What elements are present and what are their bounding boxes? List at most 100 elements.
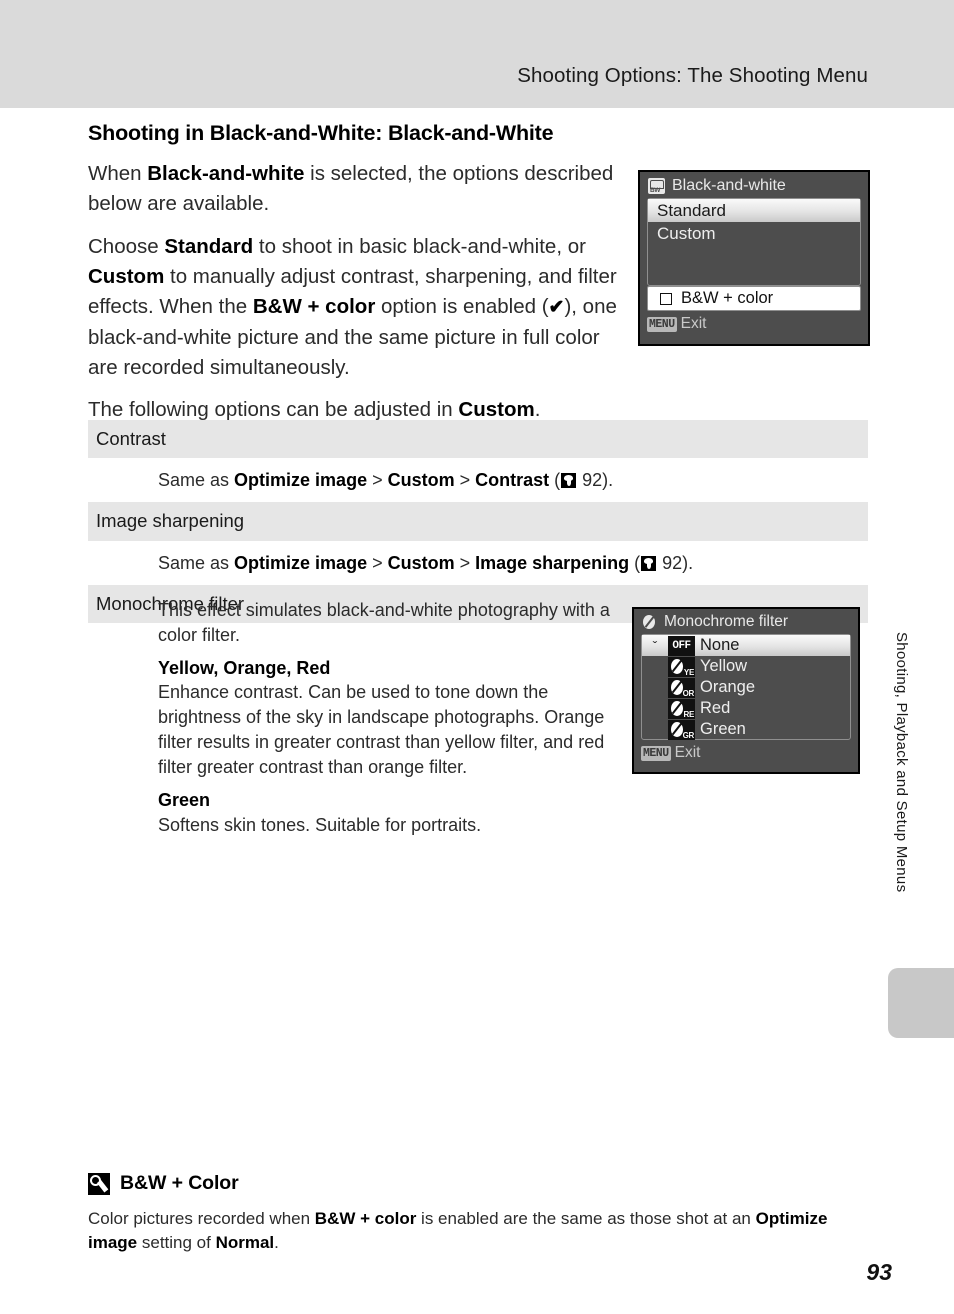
menu-button-icon: MENU: [641, 745, 671, 761]
mono-intro-text: This effect simulates black-and-white ph…: [158, 600, 610, 645]
filter-badge-off-icon: OFF: [668, 635, 695, 656]
para2-term-bw-color: B&W + color: [252, 295, 376, 319]
lcd-screenshot-monochrome-filter: Monochrome filter ˇ OFF None YE Yellow O…: [632, 607, 860, 774]
lcd-checkbox-label: B&W + color: [681, 289, 774, 307]
mono-subhead-yellow-orange-red: Yellow, Orange, Red: [158, 657, 331, 678]
intro-paragraph-2: Choose Standard to shoot in basic black-…: [88, 232, 618, 384]
lcd-footer-label: Exit: [674, 744, 701, 761]
note-text-e: setting of: [137, 1233, 216, 1253]
sharpening-text-a: Same as: [158, 552, 235, 573]
contrast-sep-2: >: [454, 470, 476, 491]
options-table: Contrast Same as Optimize image > Custom…: [88, 420, 868, 624]
monochrome-filter-icon: [642, 614, 657, 631]
table-row-heading-contrast: Contrast: [88, 420, 868, 459]
lcd-option-label: Standard: [657, 200, 726, 220]
para1-text-a: When: [88, 161, 148, 185]
sharpening-page-ref: 92).: [657, 552, 694, 573]
black-and-white-mode-icon: [648, 178, 665, 194]
lcd-title: Monochrome filter: [664, 613, 789, 630]
page-header-band: [0, 0, 954, 108]
note-pencil-icon: [88, 1172, 110, 1195]
sharpening-term-image-sharpening: Image sharpening: [475, 552, 630, 573]
page-number: 93: [866, 1259, 892, 1285]
lcd-option-green[interactable]: GR Green: [642, 719, 850, 740]
lcd-option-label: None: [700, 636, 740, 654]
lcd-option-orange[interactable]: OR Orange: [642, 677, 850, 698]
lcd-header: Black-and-white: [640, 172, 868, 198]
page-reference-icon: [641, 555, 657, 571]
para2-text-g: option is enabled (: [375, 295, 549, 319]
note-body: Color pictures recorded when B&W + color…: [88, 1207, 868, 1255]
chevron-down-icon: ˇ: [652, 637, 658, 654]
side-tab-label: Shooting, Playback and Setup Menus: [893, 632, 910, 893]
lcd-option-label: Yellow: [700, 657, 748, 675]
lcd-option-label: Green: [700, 720, 746, 738]
lcd-option-none[interactable]: ˇ OFF None: [642, 635, 850, 656]
page-title: Shooting in Black-and-White: Black-and-W…: [88, 121, 554, 145]
lcd-option-red[interactable]: RE Red: [642, 698, 850, 719]
para2-text-c: to shoot in basic black-and-white, or: [253, 234, 586, 258]
para3-text-c: .: [534, 398, 541, 422]
page-reference-icon: [561, 473, 577, 489]
para2-text-a: Choose: [88, 234, 165, 258]
note-text-a: Color pictures recorded when: [88, 1209, 315, 1228]
note-term-bw-color: B&W + color: [314, 1209, 417, 1228]
lcd-footer: MENU Exit: [640, 311, 868, 333]
checkmark-icon: ✔: [548, 297, 565, 319]
table-row-body-contrast: Same as Optimize image > Custom > Contra…: [88, 458, 868, 502]
mono-text-green: Softens skin tones. Suitable for portrai…: [158, 814, 482, 835]
mono-text-yellow-orange-red: Enhance contrast. Can be used to tone do…: [158, 682, 605, 777]
sharpening-term-optimize-image: Optimize image: [234, 552, 368, 573]
contrast-term-optimize-image: Optimize image: [234, 470, 368, 491]
footer-note: B&W + Color Color pictures recorded when…: [88, 1172, 868, 1255]
lcd-footer: MENU Exit: [634, 740, 858, 762]
contrast-page-ref: 92).: [577, 470, 614, 491]
filter-badge-code: YE: [683, 667, 694, 677]
filter-badge-green-icon: GR: [668, 719, 695, 740]
checkbox-icon[interactable]: [660, 292, 672, 305]
table-row-body-image-sharpening: Same as Optimize image > Custom > Image …: [88, 541, 868, 585]
filter-badge-yellow-icon: YE: [668, 656, 695, 677]
para1-term-black-and-white: Black-and-white: [147, 161, 305, 185]
contrast-term-contrast: Contrast: [475, 470, 550, 491]
lcd-checkbox-row-bw-color[interactable]: B&W + color: [647, 286, 861, 311]
para2-term-custom: Custom: [88, 264, 165, 288]
lcd-option-standard[interactable]: Standard: [648, 199, 860, 222]
filter-badge-code: OR: [682, 688, 695, 698]
sharpening-paren-open: (: [629, 552, 641, 573]
lcd-option-label: Red: [700, 699, 731, 717]
filter-badge-red-icon: RE: [668, 698, 695, 719]
intro-paragraph-1: When Black-and-white is selected, the op…: [88, 159, 618, 220]
lcd-option-yellow[interactable]: YE Yellow: [642, 656, 850, 677]
para3-term-custom: Custom: [458, 398, 535, 422]
contrast-sep-1: >: [367, 470, 388, 491]
lcd-screenshot-black-and-white: Black-and-white Standard Custom B&W + co…: [638, 170, 870, 346]
para2-term-standard: Standard: [164, 234, 254, 258]
lcd-footer-label: Exit: [680, 315, 707, 332]
mono-subhead-green: Green: [158, 789, 211, 810]
side-tab-marker: [888, 968, 954, 1038]
lcd-header: Monochrome filter: [634, 609, 858, 634]
note-title: B&W + Color: [120, 1172, 239, 1194]
sharpening-sep-2: >: [454, 552, 476, 573]
contrast-term-custom: Custom: [387, 470, 455, 491]
table-row-heading-image-sharpening: Image sharpening: [88, 502, 868, 541]
contrast-paren-open: (: [549, 470, 561, 491]
lcd-option-label: Orange: [700, 678, 756, 696]
lcd-title: Black-and-white: [672, 177, 786, 194]
lcd-option-panel: Standard Custom: [647, 198, 861, 286]
filter-badge-code: GR: [682, 730, 695, 740]
sharpening-sep-1: >: [367, 552, 388, 573]
filter-badge-orange-icon: OR: [668, 677, 695, 698]
sharpening-term-custom: Custom: [387, 552, 455, 573]
lcd-option-custom[interactable]: Custom: [648, 222, 860, 245]
note-term-normal: Normal: [215, 1233, 275, 1253]
note-text-g: .: [274, 1233, 279, 1253]
menu-button-icon: MENU: [647, 316, 677, 332]
note-text-c: is enabled are the same as those shot at…: [416, 1209, 756, 1228]
note-title-row: B&W + Color: [88, 1172, 868, 1195]
lcd-option-panel: ˇ OFF None YE Yellow OR Orange RE Red GR…: [641, 634, 851, 740]
monochrome-filter-description: This effect simulates black-and-white ph…: [158, 598, 610, 837]
contrast-text-a: Same as: [158, 470, 235, 491]
filter-badge-code: RE: [683, 709, 694, 719]
